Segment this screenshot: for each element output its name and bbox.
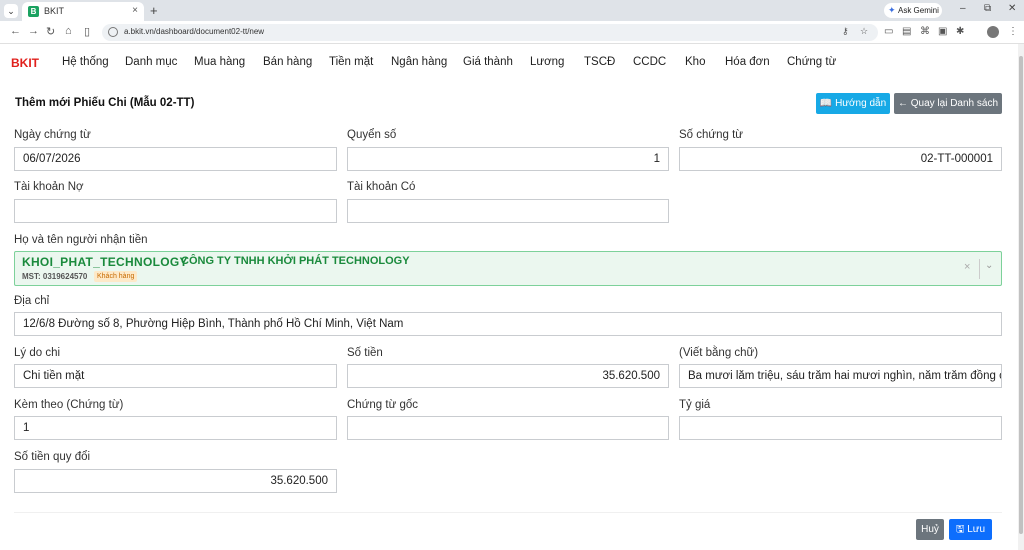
card-icon[interactable]: ▭ <box>884 26 893 37</box>
minimize-icon[interactable]: – <box>960 3 966 14</box>
so-chung-tu-input[interactable]: 02-TT-000001 <box>679 147 1002 171</box>
ty-gia-label: Tỷ giá <box>679 399 711 411</box>
help-button-label: Hướng dẫn <box>835 98 887 109</box>
address-bar[interactable]: a.bkit.vn/dashboard/document02-tt/new ☆ … <box>102 24 878 41</box>
browser-toolbar: ← → ↻ ⌂ ▯ a.bkit.vn/dashboard/document02… <box>0 21 1024 44</box>
payee-label: Họ và tên người nhận tiền <box>14 234 148 246</box>
help-button[interactable]: 📖 Hướng dẫn <box>816 93 890 114</box>
quyen-so-input[interactable]: 1 <box>347 147 669 171</box>
so-tien-input[interactable]: 35.620.500 <box>347 364 669 388</box>
clear-icon[interactable]: × <box>964 261 970 273</box>
tai-khoan-co-input[interactable] <box>347 199 669 223</box>
ask-gemini-label: Ask Gemini <box>898 6 939 15</box>
menu-ban-hang[interactable]: Bán hàng <box>263 56 312 68</box>
reload-icon[interactable]: ↻ <box>46 25 55 38</box>
page-scrollbar[interactable] <box>1018 44 1024 550</box>
tai-khoan-no-input[interactable] <box>14 199 337 223</box>
forward-icon[interactable]: → <box>28 25 39 37</box>
restore-icon[interactable]: ⧉ <box>984 3 991 14</box>
ask-gemini-button[interactable]: ✦ Ask Gemini <box>884 3 942 18</box>
dia-chi-label: Địa chỉ <box>14 295 50 307</box>
save-disk-icon: 🖫 <box>955 524 965 535</box>
menu-luong[interactable]: Lương <box>530 56 564 68</box>
arrow-left-icon: ← <box>897 98 908 109</box>
so-tien-quy-doi-label: Số tiền quy đổi <box>14 451 91 463</box>
so-tien-label: Số tiền <box>347 347 383 359</box>
menu-kho[interactable]: Kho <box>685 56 705 68</box>
back-to-list-button[interactable]: ← Quay lại Danh sách <box>894 93 1002 114</box>
url-text[interactable]: a.bkit.vn/dashboard/document02-tt/new <box>124 27 264 36</box>
cancel-button[interactable]: Huỷ <box>916 519 944 540</box>
so-tien-quy-doi-input[interactable]: 35.620.500 <box>14 469 337 493</box>
ly-do-chi-label: Lý do chi <box>14 347 61 359</box>
back-button-label: Quay lại Danh sách <box>910 98 999 109</box>
puzzle-icon[interactable]: ✱ <box>956 26 964 37</box>
new-tab-icon[interactable]: + <box>150 3 158 18</box>
menu-ccdc[interactable]: CCDC <box>633 56 666 68</box>
dia-chi-input[interactable]: 12/6/8 Đường số 8, Phường Hiệp Bình, Thà… <box>14 312 1002 336</box>
tai-khoan-no-label: Tài khoản Nợ <box>14 181 84 193</box>
profile-avatar[interactable] <box>987 26 999 38</box>
menu-danh-muc[interactable]: Danh mục <box>125 56 177 68</box>
app-navbar: BKIT Hệ thống Danh mục Mua hàng Bán hàng… <box>0 44 1018 80</box>
menu-tien-mat[interactable]: Tiền mặt <box>329 56 373 68</box>
tab-title: BKIT <box>44 6 65 16</box>
menu-mua-hang[interactable]: Mua hàng <box>194 56 245 68</box>
password-key-icon[interactable]: ⚷ <box>842 26 849 37</box>
back-icon[interactable]: ← <box>10 25 21 37</box>
kem-theo-input[interactable]: 1 <box>14 416 337 440</box>
browser-tabbar: ⌄ B BKIT × + ✦ Ask Gemini – ⧉ ✕ <box>0 0 1024 21</box>
scrollbar-thumb[interactable] <box>1019 56 1023 534</box>
payee-select[interactable]: KHOI_PHAT_TECHNOLOGY CÔNG TY TNHH KHỞI P… <box>14 251 1002 286</box>
menu-he-thong[interactable]: Hệ thống <box>62 56 109 68</box>
select-divider <box>979 259 980 279</box>
menu-chung-tu[interactable]: Chứng từ <box>787 56 836 68</box>
viet-bang-chu-label: (Viết bằng chữ) <box>679 347 759 359</box>
reading-list-icon[interactable]: ▤ <box>902 26 911 37</box>
chung-tu-goc-label: Chứng từ gốc <box>347 399 419 411</box>
tab-list-chevron-icon[interactable]: ⌄ <box>4 4 18 18</box>
menu-gia-thanh[interactable]: Giá thành <box>463 56 513 68</box>
browser-tab[interactable]: B BKIT × <box>22 2 144 21</box>
page-title: Thêm mới Phiếu Chi (Mẫu 02-TT) <box>15 97 195 109</box>
menu-hoa-don[interactable]: Hóa đơn <box>725 56 770 68</box>
tab-close-icon[interactable]: × <box>132 5 138 16</box>
so-chung-tu-label: Số chứng từ <box>679 129 743 141</box>
site-info-icon[interactable] <box>108 27 118 37</box>
form-footer <box>14 512 1002 544</box>
chevron-down-icon[interactable]: ⌄ <box>985 260 993 271</box>
translate-icon[interactable]: ▣ <box>938 26 947 37</box>
more-menu-icon[interactable]: ⋮ <box>1008 26 1018 37</box>
app-logo[interactable]: BKIT <box>11 56 39 70</box>
payee-type-badge: Khách hàng <box>94 271 138 282</box>
quyen-so-label: Quyển số <box>347 129 397 141</box>
save-button[interactable]: 🖫 Lưu <box>949 519 992 540</box>
tai-khoan-co-label: Tài khoản Có <box>347 181 416 193</box>
chung-tu-goc-input[interactable] <box>347 416 669 440</box>
bookmark-star-icon[interactable]: ☆ <box>860 26 868 37</box>
payee-name: CÔNG TY TNHH KHỞI PHÁT TECHNOLOGY <box>181 255 410 267</box>
gemini-star-icon: ✦ <box>888 5 896 15</box>
side-panel-icon[interactable]: ▯ <box>84 25 90 38</box>
book-icon: 📖 <box>819 98 833 109</box>
close-window-icon[interactable]: ✕ <box>1008 3 1016 14</box>
ngay-chung-tu-input[interactable]: 06/07/2026 <box>14 147 337 171</box>
viet-bang-chu-input[interactable]: Ba mươi lăm triệu, sáu trăm hai mươi ngh… <box>679 364 1002 388</box>
form-page: Thêm mới Phiếu Chi (Mẫu 02-TT) 📖 Hướng d… <box>0 80 1018 550</box>
kem-theo-label: Kèm theo (Chứng từ) <box>14 399 124 411</box>
ly-do-chi-input[interactable]: Chi tiền mặt <box>14 364 337 388</box>
ngay-chung-tu-label: Ngày chứng từ <box>14 129 91 141</box>
menu-tscd[interactable]: TSCĐ <box>584 56 615 68</box>
ty-gia-input[interactable] <box>679 416 1002 440</box>
payee-code: KHOI_PHAT_TECHNOLOGY <box>22 255 188 269</box>
bkit-favicon-icon: B <box>28 6 39 17</box>
menu-ngan-hang[interactable]: Ngân hàng <box>391 56 447 68</box>
payee-tax-id: MST: 0319624570 <box>22 272 88 281</box>
save-button-label: Lưu <box>967 524 986 535</box>
extension-icon[interactable]: ⌘ <box>920 26 930 37</box>
home-icon[interactable]: ⌂ <box>65 25 72 37</box>
